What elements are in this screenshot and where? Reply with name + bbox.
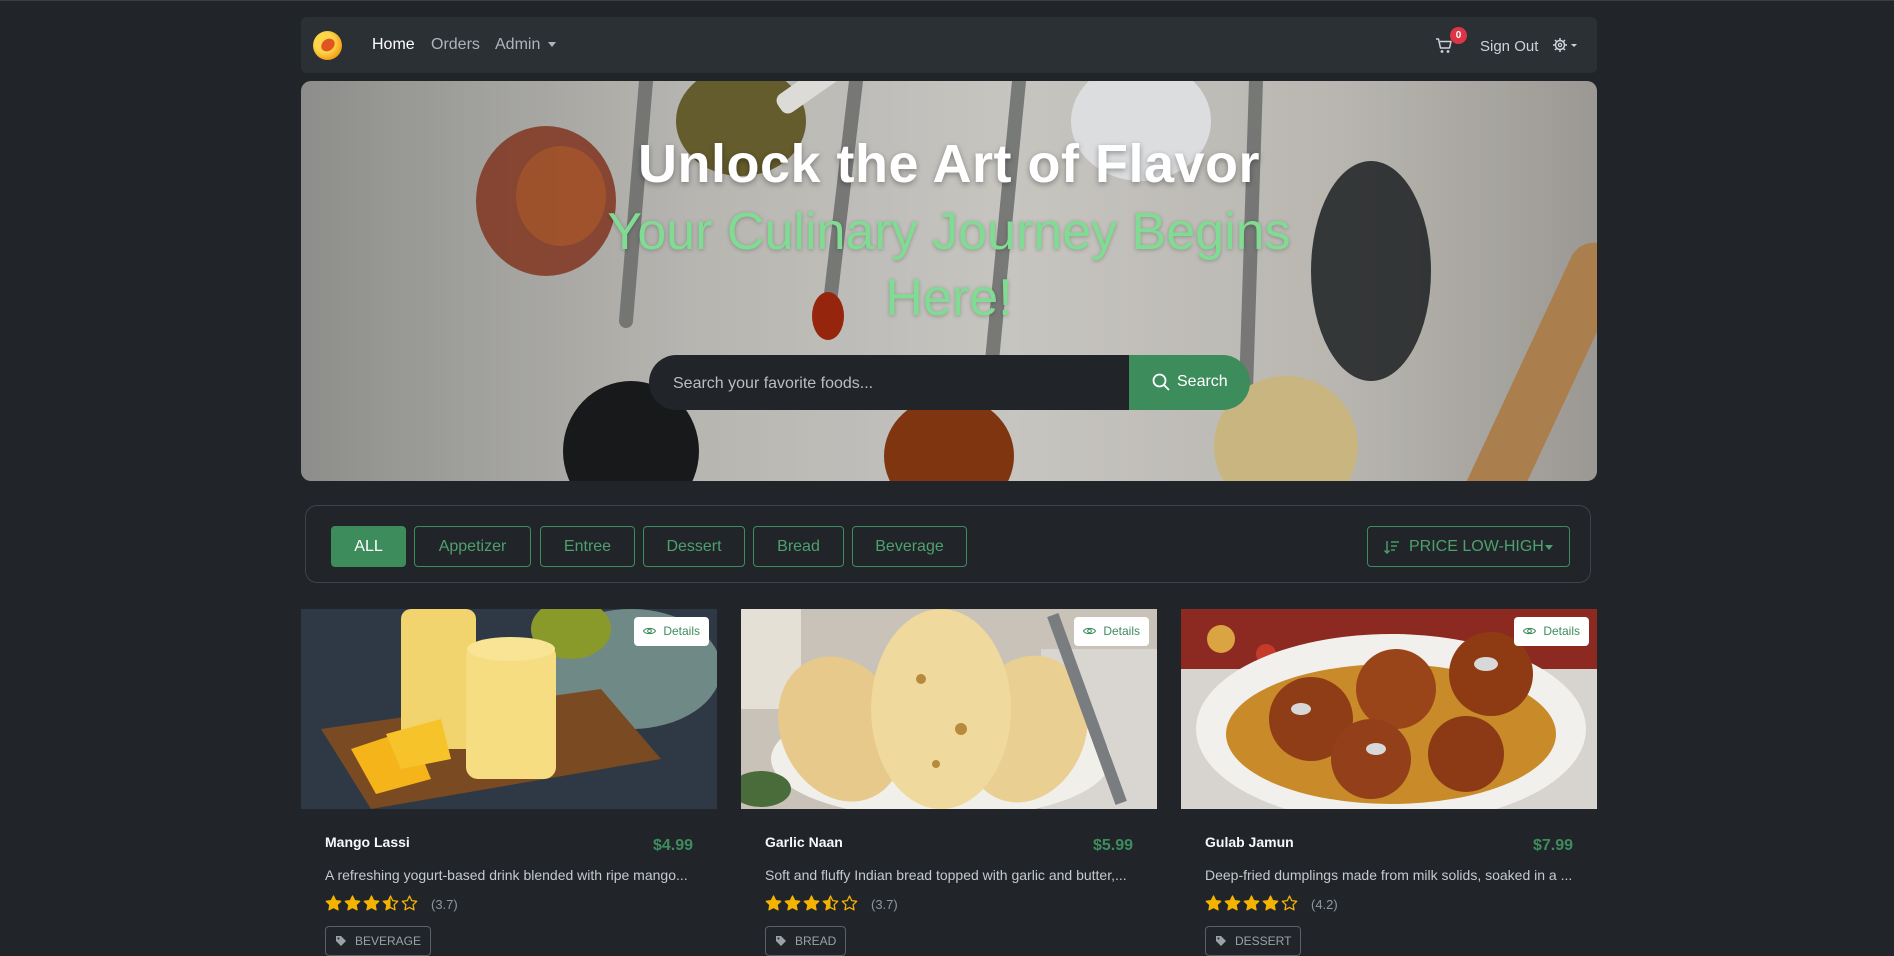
star-rating xyxy=(765,895,860,913)
food-card[interactable]: Details Garlic Naan $5.99 Soft and fluff… xyxy=(741,609,1157,956)
search-icon xyxy=(1152,373,1170,391)
chevron-down-icon xyxy=(1545,545,1553,550)
filter-appetizer-button[interactable]: Appetizer xyxy=(414,526,531,567)
food-card[interactable]: Details Mango Lassi $4.99 A refreshing y… xyxy=(301,609,717,956)
star-half-icon xyxy=(822,895,839,911)
rating-value: (3.7) xyxy=(871,897,898,912)
filter-all-button[interactable]: ALL xyxy=(331,526,406,567)
chevron-down-icon xyxy=(548,42,557,48)
hero-banner: Unlock the Art of Flavor Your Culinary J… xyxy=(301,81,1597,481)
details-button[interactable]: Details xyxy=(634,617,709,646)
filter-beverage-button[interactable]: Beverage xyxy=(852,526,967,567)
food-name: Garlic Naan xyxy=(765,834,843,850)
eye-icon xyxy=(643,627,657,635)
star-empty-icon xyxy=(401,895,418,911)
details-label: Details xyxy=(1103,624,1140,638)
filter-dessert-button[interactable]: Dessert xyxy=(643,526,745,567)
star-full-icon xyxy=(1205,895,1222,911)
star-full-icon xyxy=(1262,895,1279,911)
food-card[interactable]: Details Gulab Jamun $7.99 Deep-fried dum… xyxy=(1181,609,1597,956)
category-tag: BREAD xyxy=(765,926,847,956)
food-description: Deep-fried dumplings made from milk soli… xyxy=(1205,867,1573,883)
star-full-icon xyxy=(325,895,342,911)
details-label: Details xyxy=(663,624,700,638)
star-full-icon xyxy=(1243,895,1260,911)
rating-value: (4.2) xyxy=(1311,897,1338,912)
category-filter-bar: ALL Appetizer Entree Dessert Bread Bever… xyxy=(305,505,1591,583)
tag-icon xyxy=(776,936,786,946)
category-tag: BEVERAGE xyxy=(325,926,432,956)
navbar: Home Orders Admin 0 Sign Out xyxy=(301,17,1597,73)
food-image-gulab-jamun[interactable]: Details xyxy=(1181,609,1597,809)
cart-count-badge: 0 xyxy=(1450,27,1467,44)
star-empty-icon xyxy=(841,895,858,911)
star-full-icon xyxy=(1224,895,1241,911)
nav-admin-dropdown[interactable]: Admin xyxy=(495,36,557,54)
eye-icon xyxy=(1083,627,1097,635)
details-label: Details xyxy=(1543,624,1580,638)
settings-gear-icon[interactable] xyxy=(1551,35,1579,55)
star-full-icon xyxy=(803,895,820,911)
nav-home-link[interactable]: Home xyxy=(372,36,415,54)
sort-dropdown-button[interactable]: PRICE LOW-HIGH xyxy=(1367,526,1570,567)
sort-label: PRICE LOW-HIGH xyxy=(1409,538,1544,555)
rating-value: (3.7) xyxy=(431,897,458,912)
eye-icon xyxy=(1523,627,1537,635)
search-button-label: Search xyxy=(1177,373,1228,390)
nav-admin-label: Admin xyxy=(495,36,541,53)
star-full-icon xyxy=(344,895,361,911)
food-name: Gulab Jamun xyxy=(1205,834,1294,850)
sign-out-link[interactable]: Sign Out xyxy=(1480,38,1538,55)
star-rating xyxy=(325,895,420,913)
search-button[interactable]: Search xyxy=(1129,355,1250,410)
food-price: $5.99 xyxy=(1092,837,1133,854)
star-full-icon xyxy=(784,895,801,911)
star-rating xyxy=(1205,895,1300,913)
star-empty-icon xyxy=(1281,895,1298,911)
filter-entree-button[interactable]: Entree xyxy=(540,526,635,567)
details-button[interactable]: Details xyxy=(1514,617,1589,646)
food-image-garlic-naan[interactable]: Details xyxy=(741,609,1157,809)
food-description: Soft and fluffy Indian bread topped with… xyxy=(765,867,1127,883)
hero-title: Unlock the Art of Flavor xyxy=(637,134,1261,194)
category-tag: DESSERT xyxy=(1205,926,1302,956)
star-full-icon xyxy=(363,895,380,911)
food-image-mango-lassi[interactable]: Details xyxy=(301,609,717,809)
search-input[interactable] xyxy=(671,355,1115,412)
search-field-wrapper xyxy=(649,355,1131,412)
food-price: $4.99 xyxy=(652,837,693,854)
details-button[interactable]: Details xyxy=(1074,617,1149,646)
tag-icon xyxy=(1216,936,1226,946)
top-border xyxy=(0,0,1894,1)
star-full-icon xyxy=(765,895,782,911)
tag-icon xyxy=(336,936,346,946)
food-price: $7.99 xyxy=(1532,837,1573,854)
nav-orders-link[interactable]: Orders xyxy=(431,36,480,54)
filter-bread-button[interactable]: Bread xyxy=(753,526,844,567)
food-name: Mango Lassi xyxy=(325,834,410,850)
hero-subtitle: Your Culinary Journey Begins Here! xyxy=(607,203,1291,327)
sort-icon xyxy=(1384,541,1399,554)
food-description: A refreshing yogurt-based drink blended … xyxy=(325,867,688,883)
star-half-icon xyxy=(382,895,399,911)
brand-logo[interactable] xyxy=(313,31,342,60)
